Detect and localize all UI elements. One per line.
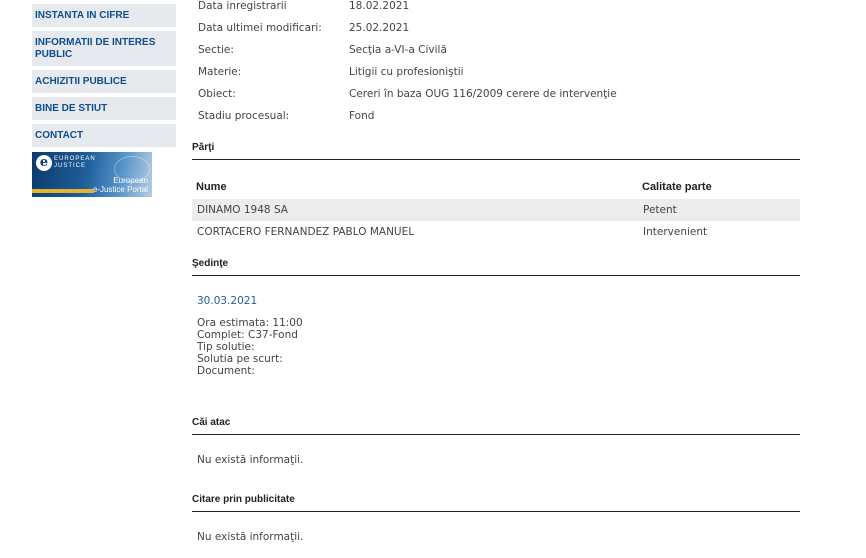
info-value: 25.02.2021 — [349, 22, 410, 34]
party-role: Petent — [643, 204, 677, 216]
hearing-detail: Tip solutie: — [197, 341, 255, 353]
info-label: Materie: — [198, 66, 242, 78]
sidebar-item-label: CONTACT — [35, 130, 84, 141]
section-title-cai-atac: Căi atac — [192, 417, 800, 435]
table-header-name: Nume — [196, 181, 227, 193]
banner-title: e-Justice Portal — [92, 185, 148, 194]
hearing-detail: Document: — [197, 365, 255, 377]
info-label: Stadiu procesual: — [198, 110, 290, 122]
info-label: Sectie: — [198, 44, 234, 56]
info-label: Data inregistrarii — [198, 0, 287, 12]
party-name: CORTACERO FERNANDEZ PABLO MANUEL — [197, 226, 415, 238]
hearing-detail: Ora estimata: 11:00 — [197, 317, 303, 329]
party-role: Intervenient — [643, 226, 708, 238]
info-value: Secţia a-VI-a Civilă — [349, 44, 447, 56]
hearing-detail: Complet: C37-Fond — [197, 329, 298, 341]
sidebar-item-informatii-de-interes-public[interactable]: INFORMATII DE INTERES PUBLIC — [32, 31, 176, 66]
info-value: Cereri în baza OUG 116/2009 cerere de in… — [349, 88, 617, 100]
sidebar-item-achizitii-publice[interactable]: ACHIZITII PUBLICE — [32, 70, 176, 93]
hearing-detail: Solutia pe scurt: — [197, 353, 283, 365]
banner-small-text: JUSTICE — [54, 163, 87, 169]
e-justice-portal-banner[interactable]: e EUROPEAN JUSTICE European e-Justice Po… — [32, 152, 152, 197]
sidebar-item-label: PUBLIC — [35, 49, 73, 60]
table-row: CORTACERO FERNANDEZ PABLO MANUEL Interve… — [192, 221, 800, 243]
hearing-date: 30.03.2021 — [197, 295, 258, 307]
e-justice-logo-icon: e — [36, 155, 52, 171]
no-info-message: Nu există informaţii. — [197, 454, 304, 466]
sidebar-item-label: BINE DE STIUT — [35, 103, 108, 114]
table-header-role: Calitate parte — [642, 181, 712, 193]
party-name: DINAMO 1948 SA — [197, 204, 288, 216]
sidebar-item-label: ACHIZITII PUBLICE — [35, 76, 127, 87]
info-label: Data ultimei modificari: — [198, 22, 322, 34]
section-title-citare: Citare prin publicitate — [192, 494, 800, 512]
no-info-message: Nu există informaţii. — [197, 531, 304, 543]
info-value: 18.02.2021 — [349, 0, 410, 12]
sidebar-item-contact[interactable]: CONTACT — [32, 124, 176, 147]
banner-title: European — [113, 176, 148, 185]
sidebar-item-instanta-in-cifre[interactable]: INSTANTA IN CIFRE — [32, 4, 176, 27]
sidebar-item-label: INSTANTA IN CIFRE — [35, 10, 130, 21]
banner-stripe — [32, 189, 94, 193]
table-row: DINAMO 1948 SA Petent — [192, 199, 800, 221]
section-title-parti: Părţi — [192, 142, 800, 160]
sidebar-item-label: INFORMATII DE INTERES — [35, 37, 156, 48]
info-label: Obiect: — [198, 88, 236, 100]
sidebar-item-bine-de-stiut[interactable]: BINE DE STIUT — [32, 97, 176, 120]
info-value: Fond — [349, 110, 375, 122]
section-title-sedinte: Şedinţe — [192, 258, 800, 276]
banner-small-text: EUROPEAN — [54, 156, 96, 162]
info-value: Litigii cu profesioniştii — [349, 66, 464, 78]
sidebar: INSTANTA IN CIFRE INFORMATII DE INTERES … — [32, 0, 176, 558]
